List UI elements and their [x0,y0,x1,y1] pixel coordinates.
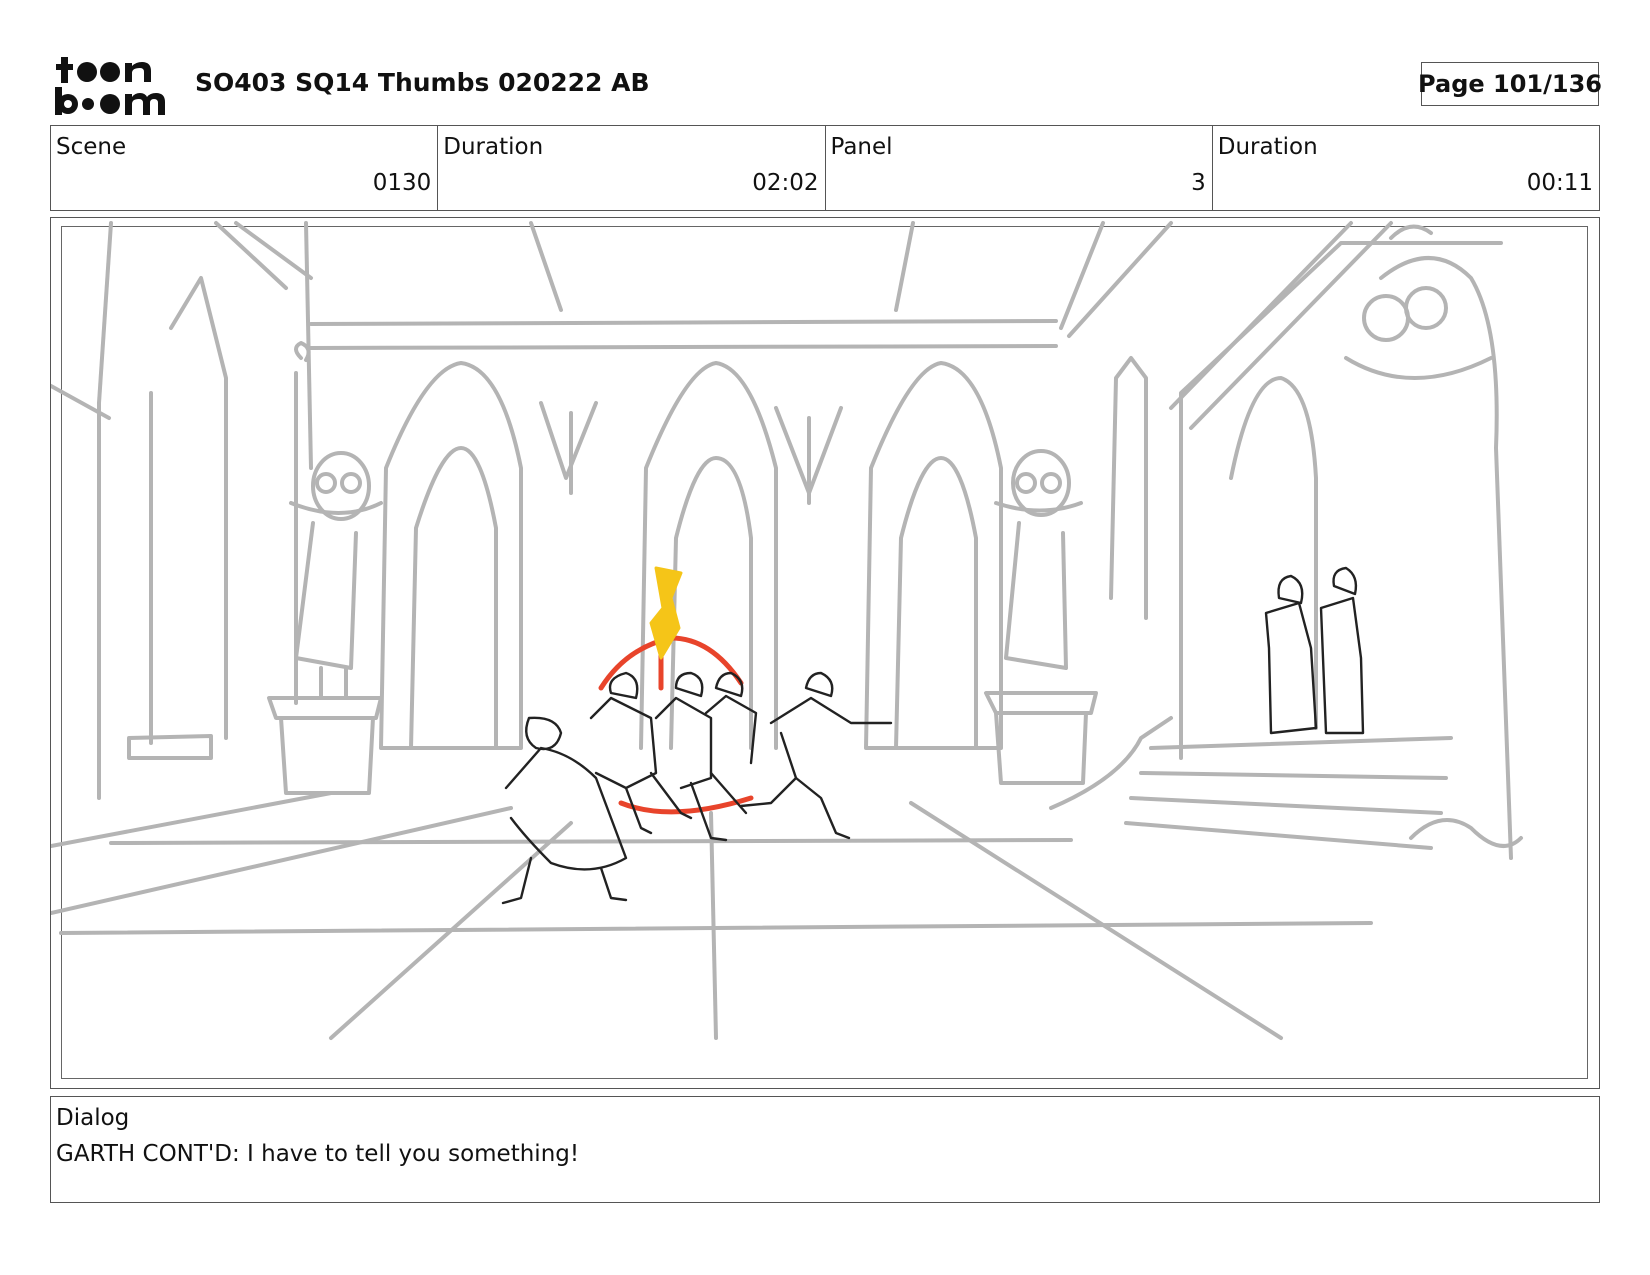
storyboard-sketch [51,221,1523,1040]
panel-cell: Panel 3 [826,126,1213,210]
page-indicator: Page 101/136 [1418,62,1602,106]
panel-value: 3 [1191,170,1206,196]
scene-duration-cell: Duration 02:02 [438,126,826,210]
scene-cell: Scene 0130 [51,126,439,210]
scene-label: Scene [56,134,127,160]
document-title: SO403 SQ14 Thumbs 020222 AB [195,68,650,97]
scene-value: 0130 [372,170,432,196]
panel-duration-value: 00:11 [1526,170,1593,196]
storyboard-panel [50,217,1600,1089]
toon-boom-logo [55,57,165,115]
panel-duration-cell: Duration 00:11 [1213,126,1599,210]
scene-duration-label: Duration [443,134,544,160]
dialog-text: GARTH CONT'D: I have to tell you somethi… [56,1141,580,1167]
panel-label: Panel [830,134,893,160]
scene-duration-value: 02:02 [752,170,819,196]
panel-duration-label: Duration [1217,134,1318,160]
panel-info-table: Scene 0130 Duration 02:02 Panel 3 Durati… [50,125,1600,211]
dialog-box: Dialog GARTH CONT'D: I have to tell you … [50,1096,1600,1203]
dialog-label: Dialog [56,1105,130,1131]
